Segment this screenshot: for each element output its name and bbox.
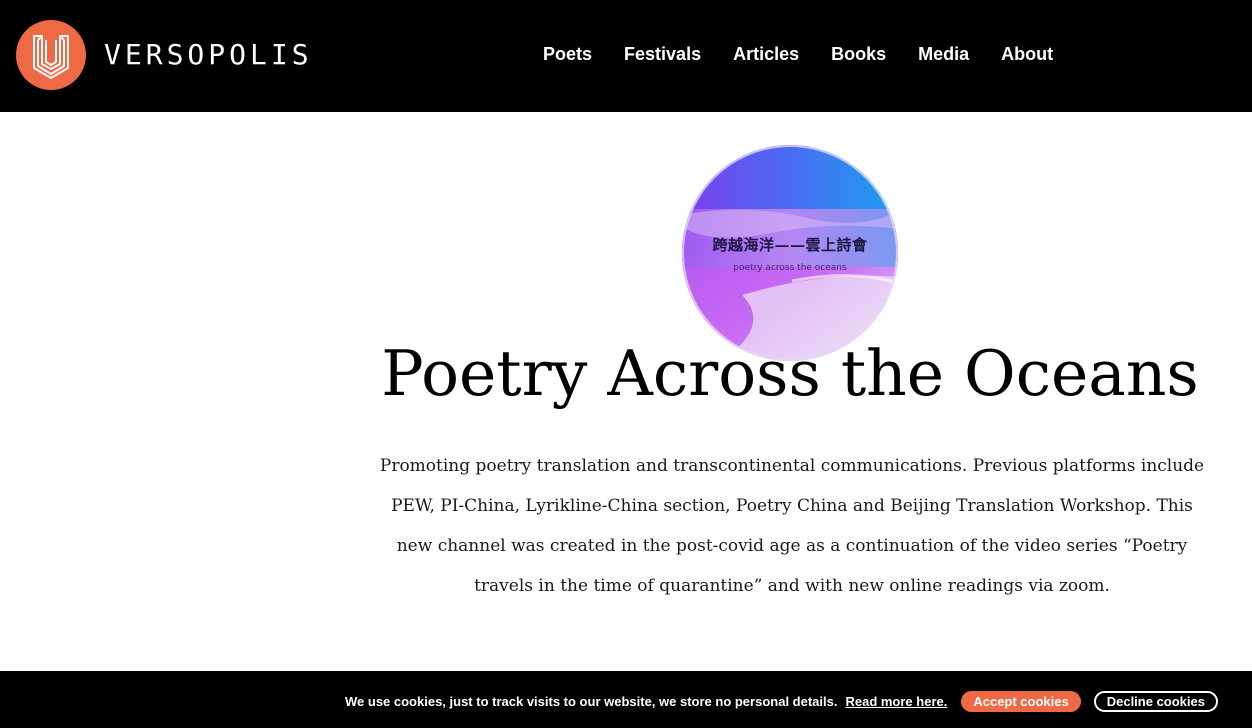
nav-item-festivals[interactable]: Festivals: [624, 42, 701, 66]
nav-item-poets[interactable]: Poets: [543, 42, 592, 66]
main-nav: Poets Festivals Articles Books Media Abo…: [543, 42, 1053, 66]
accept-cookies-button[interactable]: Accept cookies: [961, 690, 1081, 712]
logo-link[interactable]: VERSOPOLIS: [16, 20, 313, 90]
cookie-banner-content: We use cookies, just to track visits to …: [345, 690, 1218, 712]
hero-image-chinese-text: 跨越海洋——雲上詩會: [712, 236, 868, 254]
page-title: Poetry Across the Oceans: [381, 337, 1199, 410]
nav-item-articles[interactable]: Articles: [733, 42, 799, 66]
hero-image: 跨越海洋——雲上詩會 poetry across the oceans: [682, 145, 898, 361]
site-header: VERSOPOLIS Poets Festivals Articles Book…: [0, 0, 1252, 112]
nav-item-media[interactable]: Media: [918, 42, 969, 66]
page-description: Promoting poetry translation and transco…: [379, 456, 1205, 596]
nav-item-books[interactable]: Books: [831, 42, 886, 66]
cookie-read-more-link[interactable]: Read more here.: [845, 694, 947, 709]
brand-name: VERSOPOLIS: [104, 38, 313, 71]
cookie-banner: We use cookies, just to track visits to …: [0, 671, 1252, 728]
versopolis-logo-icon: [16, 20, 86, 90]
hero-image-english-text: poetry across the oceans: [733, 263, 847, 273]
decline-cookies-button[interactable]: Decline cookies: [1093, 690, 1218, 712]
cookie-message: We use cookies, just to track visits to …: [345, 693, 838, 709]
nav-item-about[interactable]: About: [1001, 42, 1053, 66]
